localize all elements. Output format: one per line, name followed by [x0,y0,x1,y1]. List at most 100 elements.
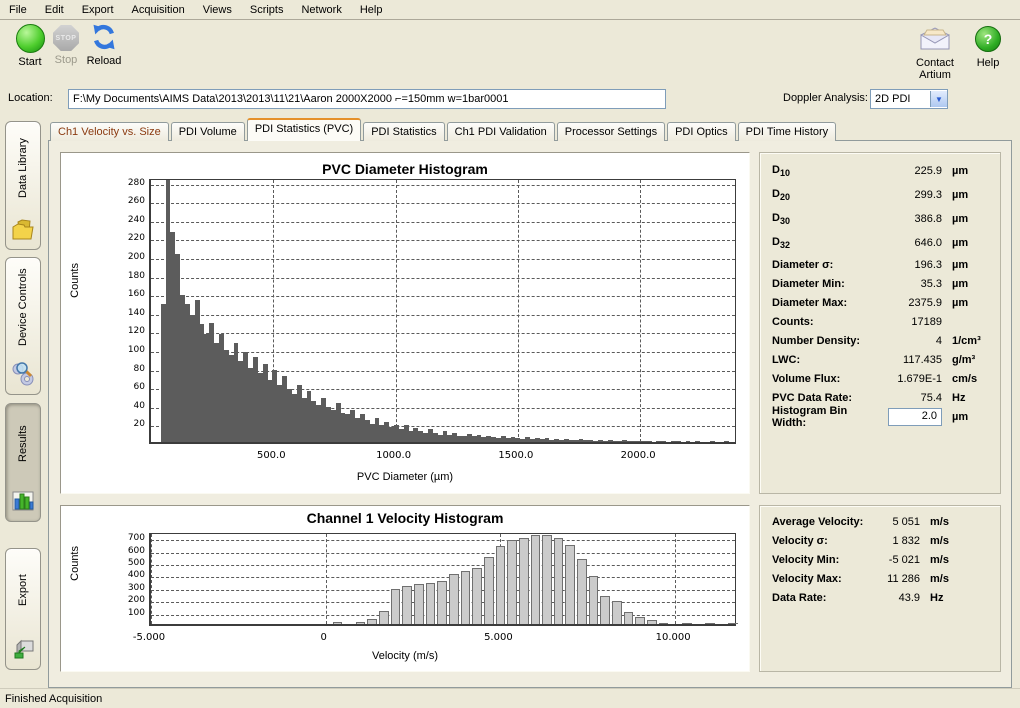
menu-item-views[interactable]: Views [194,2,241,18]
sidebar-item-data-library[interactable]: Data Library [5,121,41,250]
stat-unit: µm [952,165,990,177]
histogram-bar [728,623,738,624]
stat-unit: µm [952,237,990,249]
pvc-statistics-panel: D10225.9µmD20299.3µmD30386.8µmD32646.0µm… [759,152,1001,494]
y-tick-label: 280 [115,178,145,188]
stat-row-lwc-: LWC:117.435 g/m³ [760,350,1000,369]
stat-value: 117.435 [872,354,942,366]
histogram-bar [531,535,541,624]
stat-row-histogram-bin-width-: Histogram Bin Width: 2.0 µm [760,407,1000,426]
menu-item-network[interactable]: Network [292,2,350,18]
x-tick-label: 10.000 [643,632,703,643]
reload-button[interactable]: Reload [76,22,132,67]
histogram-bar [379,611,389,624]
y-tick-label: 240 [115,215,145,225]
gears-magnifier-icon [11,362,35,389]
stat-unit: µm [952,297,990,309]
y-tick-label: 160 [115,289,145,299]
menu-item-acquisition[interactable]: Acquisition [123,2,194,18]
y-tick-label: 200 [115,252,145,262]
stat-row-d20: D20299.3µm [760,183,1000,207]
help-button[interactable]: ? Help [962,24,1014,69]
location-input[interactable]: F:\My Documents\AIMS Data\2013\2013\11\2… [68,89,666,109]
stat-unit: µm [952,278,990,290]
stat-unit: µm [952,259,990,271]
histogram-bar [661,441,666,442]
tab-pdi-statistics[interactable]: PDI Statistics [363,122,444,141]
toolbar: Start STOP Stop Reload Contact Artium [0,20,1020,82]
stat-unit: 1/cm³ [952,335,990,347]
stat-unit: Hz [952,392,990,404]
gridline-h [151,553,735,554]
sidebar-item-results[interactable]: Results [5,403,41,522]
menu-item-edit[interactable]: Edit [36,2,73,18]
stat-label: Velocity Min: [772,554,868,566]
histogram-bar [695,441,700,442]
velocity-histogram-panel: Channel 1 Velocity Histogram Counts Velo… [60,505,750,672]
stat-unit: µm [952,411,990,423]
status-bar: Finished Acquisition [0,688,1020,708]
menu-item-help[interactable]: Help [351,2,392,18]
contact-artium-button[interactable]: Contact Artium [899,24,971,81]
chevron-down-icon[interactable]: ▼ [930,91,947,107]
tab-pdi-volume[interactable]: PDI Volume [171,122,245,141]
sidebar-item-export[interactable]: Export [5,548,41,670]
stat-value: -5 021 [868,554,920,566]
y-tick-label: 80 [115,364,145,374]
x-tick-label: -5.000 [119,632,179,643]
stat-value: 35.3 [872,278,942,290]
histogram-bar [600,596,610,624]
stat-label: D32 [772,236,872,250]
gridline-h [151,565,735,566]
stat-label: Number Density: [772,335,872,347]
menu-item-scripts[interactable]: Scripts [241,2,293,18]
stat-label: Histogram Bin Width: [772,405,872,429]
gridline-v [326,534,327,624]
stat-row-number-density-: Number Density:41/cm³ [760,331,1000,350]
tab-ch1-pdi-validation[interactable]: Ch1 PDI Validation [447,122,555,141]
stat-label: D30 [772,212,872,226]
stat-label: Velocity σ: [772,535,868,547]
menu-item-export[interactable]: Export [73,2,123,18]
histogram-bar [414,584,424,624]
histogram-bar [577,559,587,624]
stat-unit: Hz [930,592,990,604]
histogram-bar [496,546,506,624]
stat-row-velocity-max-: Velocity Max:11 286m/s [760,569,1000,588]
tab-pdi-optics[interactable]: PDI Optics [667,122,736,141]
histogram-bar [710,441,715,442]
stat-value: 1 832 [868,535,920,547]
histogram-bin-width-input[interactable]: 2.0 [888,408,942,426]
histogram-bar [507,540,517,624]
histogram-bar [659,623,669,624]
doppler-analysis-select[interactable]: 2D PDI ▼ [870,89,948,109]
stat-label: LWC: [772,354,872,366]
y-tick-label: 500 [115,558,145,568]
y-tick-label: 300 [115,583,145,593]
stat-value: 386.8 [872,213,942,225]
histogram-bars [151,180,735,442]
sidebar-item-device-controls[interactable]: Device Controls [5,257,41,395]
stat-label: Diameter Max: [772,297,872,309]
menu-item-file[interactable]: File [0,2,36,18]
gridline-h [151,577,735,578]
histogram-bar [472,568,482,624]
x-tick-label: 1000.0 [364,450,424,461]
stat-value: 11 286 [868,573,920,585]
velocity-histogram-plot [149,533,736,626]
sidebar-item-label: Data Library [17,122,29,216]
tab-ch1-velocity-vs-size[interactable]: Ch1 Velocity vs. Size [50,122,169,141]
tab-processor-settings[interactable]: Processor Settings [557,122,665,141]
stat-row-velocity-: Velocity σ:1 832m/s [760,531,1000,550]
menu-bar: FileEditExportAcquisitionViewsScriptsNet… [0,0,1020,20]
tab-pdi-time-history[interactable]: PDI Time History [738,122,837,141]
stat-unit: g/m³ [952,354,990,366]
stat-row-d30: D30386.8µm [760,207,1000,231]
stat-row-d32: D32646.0µm [760,231,1000,255]
x-tick-label: 1500.0 [486,450,546,461]
tab-pdi-statistics-pvc-[interactable]: PDI Statistics (PVC) [247,118,361,141]
stat-label: Average Velocity: [772,516,868,528]
stat-value: 299.3 [872,189,942,201]
help-label: Help [962,57,1014,69]
stat-label: Diameter Min: [772,278,872,290]
